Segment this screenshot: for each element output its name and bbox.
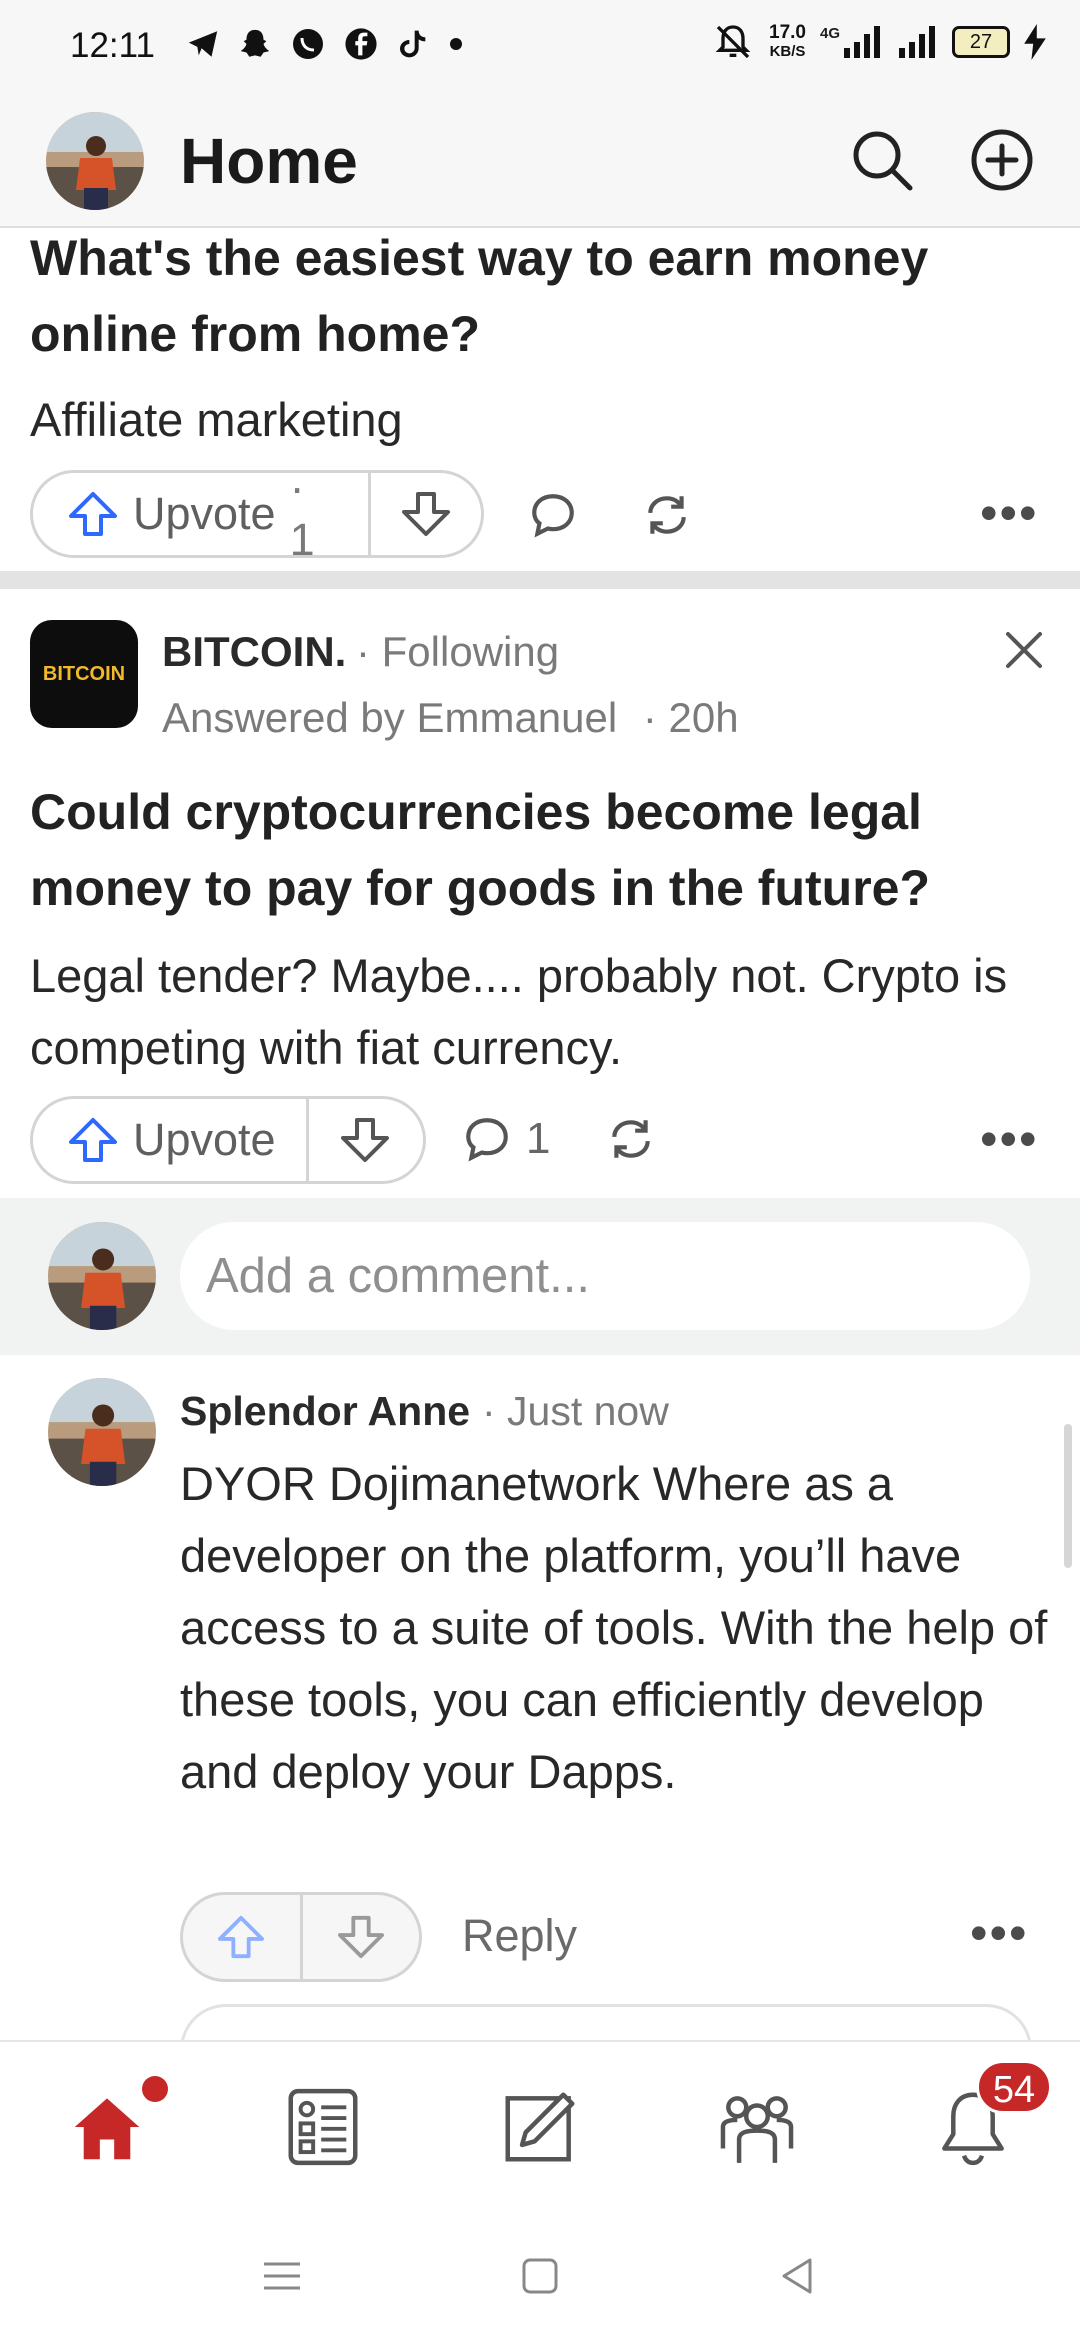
home-icon[interactable] <box>64 2084 150 2170</box>
post-answer-text[interactable]: Affiliate marketing <box>30 384 1050 456</box>
share-icon[interactable] <box>604 1114 658 1164</box>
comment-composer: Add a comment... <box>0 1198 1080 1355</box>
status-indicators: 17.0 KB/S 4G 27 <box>711 22 1046 62</box>
app-header: Home <box>0 96 1080 228</box>
comment-upvote-button[interactable] <box>183 1895 303 1979</box>
snapchat-icon <box>238 27 272 61</box>
tiktok-icon <box>396 27 428 61</box>
post-question-title[interactable]: Could cryptocurrencies become legal mone… <box>30 774 1040 926</box>
comment-time: · Just now <box>482 1388 669 1434</box>
menu-icon[interactable] <box>262 2256 302 2296</box>
comment-body: DYOR Dojimanetwork Where as a developer … <box>180 1457 1048 1798</box>
charging-icon <box>1024 24 1046 60</box>
upvote-arrow-icon <box>67 1116 119 1164</box>
close-icon[interactable] <box>1002 628 1046 672</box>
notification-dot-icon <box>446 27 466 61</box>
comment-icon[interactable] <box>528 490 578 540</box>
status-app-icons <box>186 26 466 62</box>
following-status[interactable]: · Following <box>356 628 559 676</box>
comment-author[interactable]: Splendor Anne <box>180 1388 470 1435</box>
space-name[interactable]: BITCOIN. <box>162 628 346 676</box>
upvote-button[interactable]: Upvote · 1 <box>33 462 371 565</box>
bottom-navigation: 54 <box>0 2040 1080 2212</box>
more-options-icon[interactable]: ••• <box>980 484 1039 542</box>
following-icon[interactable] <box>280 2084 366 2170</box>
more-options-icon[interactable]: ••• <box>980 1110 1039 1168</box>
more-options-icon[interactable]: ••• <box>970 1904 1029 1962</box>
avatar <box>48 1222 156 1330</box>
post-answer-text[interactable]: Legal tender? Maybe.... probably not. Cr… <box>30 940 1050 1084</box>
comment-downvote-button[interactable] <box>303 1895 420 1979</box>
signal-icon <box>896 24 938 60</box>
reply-button[interactable]: Reply <box>462 1910 577 1962</box>
downvote-button[interactable] <box>371 473 481 555</box>
add-post-icon[interactable] <box>968 126 1036 194</box>
upvote-arrow-icon <box>67 490 119 538</box>
comment-input[interactable]: Add a comment... <box>180 1222 1030 1330</box>
spaces-icon[interactable] <box>714 2084 800 2170</box>
home-button-icon[interactable] <box>520 2256 560 2296</box>
share-icon[interactable] <box>640 490 694 540</box>
mute-icon <box>711 22 755 62</box>
upvote-arrow-icon <box>218 1915 265 1959</box>
telegram-icon <box>186 27 220 61</box>
page-title: Home <box>180 125 358 197</box>
commenter-avatar[interactable] <box>48 1378 156 1486</box>
status-bar: 12:11 17.0 KB/S 4G 27 <box>0 0 1080 96</box>
space-logo[interactable]: BITCOIN <box>30 620 138 728</box>
downvote-button[interactable] <box>309 1099 421 1181</box>
downvote-arrow-icon <box>401 492 450 536</box>
back-icon[interactable] <box>778 2256 818 2296</box>
comment-vote-control <box>180 1892 422 1982</box>
downvote-arrow-icon <box>337 1915 384 1959</box>
vote-control: Upvote <box>30 1096 426 1184</box>
feed-divider <box>0 571 1080 589</box>
comment-icon <box>466 1118 508 1162</box>
downvote-arrow-icon <box>340 1118 389 1162</box>
network-speed: 17.0 KB/S <box>769 22 806 60</box>
whatsapp-icon <box>290 26 326 62</box>
status-time: 12:11 <box>70 26 155 65</box>
battery-indicator: 27 <box>952 26 1010 58</box>
comment-button[interactable]: 1 <box>462 1114 550 1164</box>
answer-meta: Answered by Emmanuel · 20h <box>162 694 739 741</box>
system-navigation <box>0 2210 1080 2340</box>
signal-4g-icon: 4G <box>820 24 882 60</box>
facebook-icon <box>344 27 378 61</box>
notification-count-badge: 54 <box>976 2060 1052 2114</box>
upvote-button[interactable]: Upvote <box>33 1099 309 1181</box>
home-unread-dot <box>142 2076 168 2102</box>
profile-avatar[interactable] <box>46 112 144 210</box>
scrollbar[interactable] <box>1064 1424 1072 1568</box>
search-icon[interactable] <box>848 126 916 194</box>
post-question-title[interactable]: What's the easiest way to earn money onl… <box>30 220 1040 372</box>
answer-icon[interactable] <box>497 2084 583 2170</box>
vote-control: Upvote · 1 <box>30 462 484 565</box>
